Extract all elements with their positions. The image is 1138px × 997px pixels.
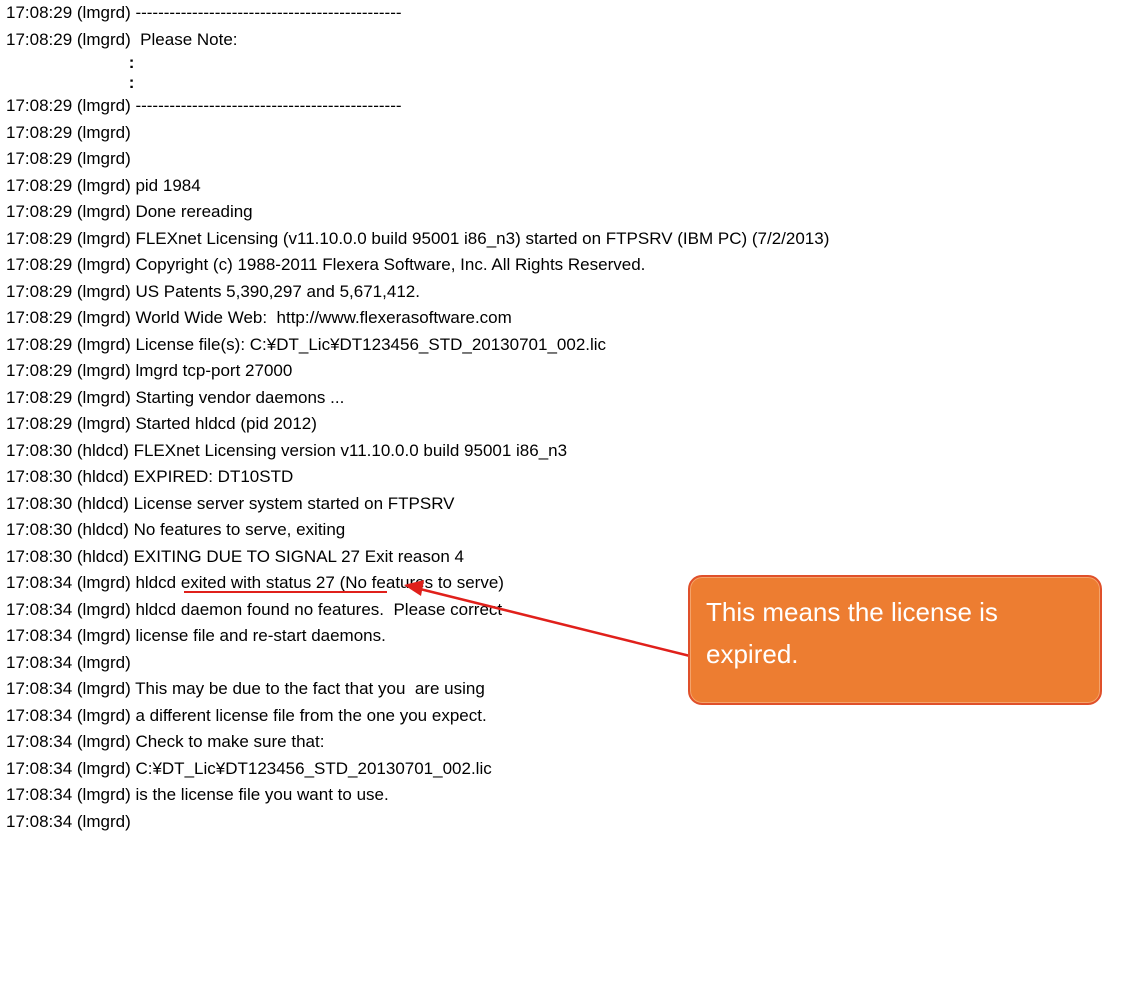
log-line: 17:08:29 (lmgrd) License file(s): C:¥DT_… bbox=[6, 334, 607, 354]
log-line: 17:08:34 (lmgrd) a different license fil… bbox=[6, 705, 487, 725]
log-line: 17:08:29 (lmgrd) Done rereading bbox=[6, 202, 253, 221]
log-line: 17:08:29 (lmgrd) -----------------------… bbox=[6, 96, 402, 115]
log-line: 17:08:29 (lmgrd) Copyright (c) 1988-2011… bbox=[6, 255, 646, 274]
log-line: 17:08:29 (lmgrd) US Patents 5,390,297 an… bbox=[6, 281, 420, 301]
log-line: 17:08:29 (lmgrd) FLEXnet Licensing (v11.… bbox=[6, 228, 830, 248]
callout-box: This means the license is expired. bbox=[688, 575, 1102, 705]
log-line: 17:08:30 (hldcd) No features to serve, e… bbox=[6, 520, 346, 539]
log-line: 17:08:30 (hldcd) FLEXnet Licensing versi… bbox=[6, 440, 568, 460]
log-line: 17:08:29 (lmgrd) -----------------------… bbox=[6, 3, 402, 22]
ellipsis-line: : bbox=[6, 53, 135, 72]
log-line: 17:08:34 (lmgrd) Check to make sure that… bbox=[6, 732, 325, 751]
log-line: 17:08:29 (lmgrd) bbox=[6, 149, 131, 168]
expired-log-line: 17:08:30 (hldcd) EXPIRED: DT10STD bbox=[6, 467, 294, 486]
log-line: 17:08:34 (lmgrd) bbox=[6, 811, 131, 831]
log-output: 17:08:29 (lmgrd) -----------------------… bbox=[6, 0, 1138, 835]
log-line: 17:08:29 (lmgrd) World Wide Web: http://… bbox=[6, 308, 512, 327]
log-line: 17:08:29 (lmgrd) bbox=[6, 122, 131, 142]
expired-underline bbox=[184, 591, 387, 593]
ellipsis-line: : bbox=[6, 73, 135, 92]
log-line: 17:08:29 (lmgrd) Started hldcd (pid 2012… bbox=[6, 414, 317, 433]
log-line: 17:08:30 (hldcd) License server system s… bbox=[6, 493, 455, 513]
callout-text: This means the license is expired. bbox=[706, 597, 998, 669]
log-line: 17:08:34 (lmgrd) is the license file you… bbox=[6, 785, 389, 804]
log-line: 17:08:30 (hldcd) EXITING DUE TO SIGNAL 2… bbox=[6, 546, 464, 566]
log-line: 17:08:34 (lmgrd) C:¥DT_Lic¥DT123456_STD_… bbox=[6, 758, 492, 778]
log-line: 17:08:29 (lmgrd) lmgrd tcp-port 27000 bbox=[6, 361, 293, 380]
log-line: 17:08:29 (lmgrd) Starting vendor daemons… bbox=[6, 387, 345, 407]
log-line: 17:08:29 (lmgrd) pid 1984 bbox=[6, 175, 201, 195]
log-line: 17:08:29 (lmgrd) Please Note: bbox=[6, 29, 238, 49]
